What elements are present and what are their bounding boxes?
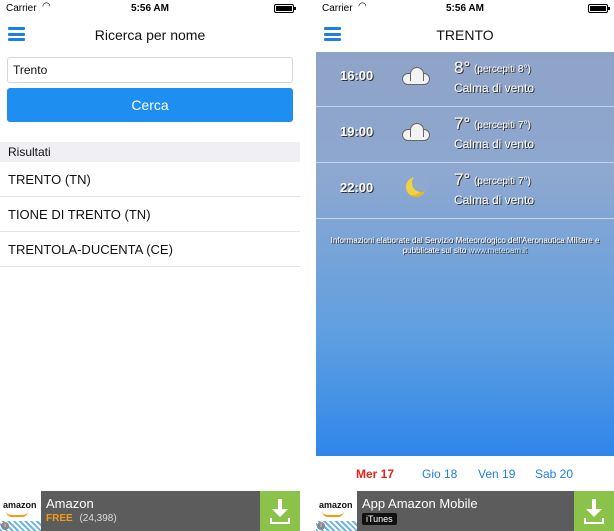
status-bar: Carrier ◠ 5:56 AM — [316, 0, 614, 18]
forecast-perceived: (percepiti 8°) — [474, 64, 531, 75]
ad-info-icon[interactable]: i — [317, 522, 325, 530]
page-title: Ricerca per nome — [94, 27, 206, 43]
forecast-wind: Calma di vento — [454, 81, 535, 95]
download-icon[interactable] — [574, 491, 614, 531]
status-time: 5:56 AM — [446, 3, 484, 14]
forecast-row: 22:00 7° (percepiti 7°) Calma di vento — [316, 164, 614, 219]
download-icon[interactable] — [260, 491, 300, 531]
status-bar: Carrier ◠ 5:56 AM — [0, 0, 300, 18]
ad-rating: (24,398) — [79, 513, 117, 524]
ad-free-label: FREE — [46, 513, 73, 524]
page-title: TRENTO — [436, 27, 494, 43]
search-button[interactable]: Cerca — [7, 88, 293, 122]
tab-day[interactable]: Mer 17 — [356, 467, 394, 481]
battery-icon — [588, 4, 610, 13]
menu-icon[interactable] — [324, 27, 341, 41]
ad-subtitle: FREE (24,398) — [46, 513, 117, 524]
forecast-wind: Calma di vento — [454, 137, 535, 151]
result-row[interactable]: TRENTOLA-DUCENTA (CE) — [0, 232, 300, 267]
forecast-row: 19:00 7° (percepiti 7°) Calma di vento — [316, 108, 614, 163]
cloud-icon — [398, 64, 432, 88]
results-header: Risultati — [0, 142, 300, 162]
ad-info-icon[interactable]: i — [1, 522, 9, 530]
forecast-time: 19:00 — [340, 124, 374, 139]
source-info: Informazioni elaborate dal Servizio Mete… — [316, 236, 614, 256]
ad-title: Amazon — [46, 496, 94, 511]
result-row[interactable]: TRENTO (TN) — [0, 162, 300, 197]
moon-icon — [398, 174, 432, 200]
ad-banner[interactable]: amazon i Amazon FREE (24,398) — [0, 491, 300, 531]
ad-banner[interactable]: amazon i App Amazon Mobile iTunes — [316, 491, 614, 531]
forecast-screen: Carrier ◠ 5:56 AM TRENTO 16:00 8° (perce… — [316, 0, 614, 531]
search-input[interactable] — [7, 57, 293, 83]
amazon-logo: amazon i — [0, 491, 41, 531]
forecast-time: 22:00 — [340, 180, 374, 195]
source-info-line: pubblicate sul sito www.meteoam.it — [402, 246, 528, 255]
battery-icon — [274, 4, 296, 13]
nav-bar: Ricerca per nome — [0, 18, 300, 52]
amazon-logo: amazon i — [316, 491, 357, 531]
forecast-temp: 7° — [454, 170, 471, 189]
forecast-time: 16:00 — [340, 68, 374, 83]
menu-icon[interactable] — [8, 27, 25, 41]
tab-day[interactable]: Sab 20 — [535, 467, 573, 481]
cloud-icon — [398, 120, 432, 144]
forecast-temp: 7° — [454, 114, 471, 133]
forecast-perceived: (percepiti 7°) — [474, 176, 531, 187]
forecast-wind: Calma di vento — [454, 193, 535, 207]
source-link[interactable]: www.meteoam.it — [469, 246, 528, 255]
ad-title: App Amazon Mobile — [362, 496, 478, 511]
forecast-perceived: (percepiti 7°) — [474, 120, 531, 131]
forecast-row: 16:00 8° (percepiti 8°) Calma di vento — [316, 52, 614, 107]
status-time: 5:56 AM — [131, 3, 169, 14]
result-row[interactable]: TIONE DI TRENTO (TN) — [0, 197, 300, 232]
day-selector: Mer 17 Gio 18 Ven 19 Sab 20 — [316, 456, 614, 491]
forecast-temp: 8° — [454, 58, 471, 77]
source-info-line: Informazioni elaborate dal Servizio Mete… — [330, 236, 600, 245]
itunes-badge: iTunes — [362, 513, 397, 525]
nav-bar: TRENTO — [316, 18, 614, 52]
search-screen: Carrier ◠ 5:56 AM Ricerca per nome Cerca… — [0, 0, 300, 531]
forecast-panel: 16:00 8° (percepiti 8°) Calma di vento 1… — [316, 52, 614, 456]
ad-subtitle: iTunes — [362, 513, 397, 525]
results-list: TRENTO (TN) TIONE DI TRENTO (TN) TRENTOL… — [0, 162, 300, 267]
tab-day[interactable]: Gio 18 — [422, 467, 457, 481]
tab-day[interactable]: Ven 19 — [478, 467, 515, 481]
